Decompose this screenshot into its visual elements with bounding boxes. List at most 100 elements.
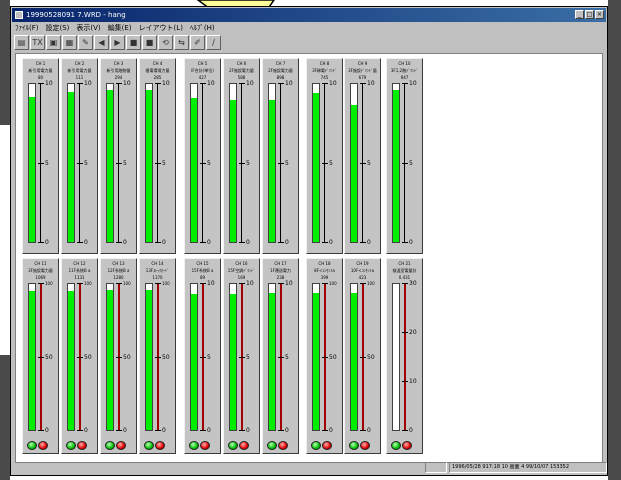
scale-label: 50 [123,354,131,361]
close-button[interactable]: × [595,10,604,19]
meter-name: 13Fｽﾄｯｸｶｰﾄﾞ [145,268,170,273]
status-led-alarm[interactable] [155,441,165,450]
status-led-alarm[interactable] [360,441,370,450]
scale-tick [239,163,245,164]
scale-tick [38,163,44,164]
loop-icon[interactable]: ⟲ [158,35,173,50]
swap-icon[interactable]: ⇆ [174,35,189,50]
right-arrow-icon[interactable]: ▶ [110,35,125,50]
meter-panel[interactable]: CH 16 15F空調ﾃﾞﾏﾝﾄﾞ 169 10 5 0 [223,258,260,454]
status-led-ok[interactable] [105,441,115,450]
status-led-ok[interactable] [228,441,238,450]
scale-label: 50 [367,354,375,361]
meter-panel[interactable]: CH 5 IF合計(単位) 427 10 5 0 [184,58,221,254]
meter-panel[interactable]: CH 4 植電環境力量 285 10 5 0 [139,58,176,254]
open-icon[interactable]: ▤ [14,35,29,50]
title-bar[interactable]: 19990528091 7.WRD - hang _ □ × [12,8,606,22]
level-bar [190,283,198,431]
meter-panel[interactable]: CH 18 8F<ｺﾝｾﾝﾄa 399 100 50 0 [306,258,343,454]
main-window: 19990528091 7.WRD - hang _ □ × ﾌｧｲﾙ(F) 設… [10,6,608,476]
status-led-alarm[interactable] [116,441,126,450]
scale-tick [200,242,206,243]
meter-panel[interactable]: CH 13 12F系統B a 1280 100 50 0 [100,258,137,454]
pause-icon[interactable]: ■ [126,35,141,50]
scale-tick [239,430,245,431]
menu-view[interactable]: 表示(V) [76,23,100,34]
status-led-ok[interactable] [27,441,37,450]
status-led-ok[interactable] [349,441,359,450]
scale-tick [200,163,206,164]
scale-tick [278,242,284,243]
level-bar [28,283,36,431]
scale-tick [77,430,83,431]
scale-label: 10 [123,80,131,87]
menu-settings[interactable]: 設定(S) [46,23,70,34]
meter-panel[interactable]: CH 6 2F施設電力量 588 10 5 0 [223,58,260,254]
status-led-alarm[interactable] [278,441,288,450]
channel-label: CH 7 [275,61,286,66]
edit-icon[interactable]: ✐ [190,35,205,50]
scale-tick [116,163,122,164]
print-icon[interactable]: ▣ [46,35,61,50]
scale-tick [278,163,284,164]
meter-panel[interactable]: CH 17 1F運送電力 238 10 5 0 [262,258,299,454]
menu-help[interactable]: ﾍﾙﾌﾟ(H) [190,23,215,34]
scale-tick [38,283,44,284]
meter-panel[interactable]: CH 7 2F施設電力量 898 10 5 0 [262,58,299,254]
meter-panel[interactable]: CH 11 3F施設電力量 1069 100 50 0 [22,258,59,454]
status-led-ok[interactable] [144,441,154,450]
minimize-button[interactable]: _ [575,10,584,19]
level-fill [351,104,357,242]
status-led-alarm[interactable] [402,441,412,450]
scale-tick [278,430,284,431]
scale-label: 10 [45,80,53,87]
menu-edit[interactable]: 編集(E) [108,23,132,34]
meter-panel[interactable]: CH 9 3F施設ﾃﾞﾏﾝﾄﾞ量 679 10 5 0 [344,58,381,254]
meter-panel[interactable]: CH 12 11F系統B a 1131 100 50 0 [61,258,98,454]
meter-panel[interactable]: CH 19 10F<ｺﾝｾﾝﾄa 423 100 50 0 [344,258,381,454]
status-led-alarm[interactable] [239,441,249,450]
status-led-ok[interactable] [267,441,277,450]
status-led-ok[interactable] [311,441,321,450]
scale-label: 5 [162,160,166,167]
plot-icon[interactable]: ∕ [206,35,221,50]
meter-panel[interactable]: CH 14 13Fｽﾄｯｸｶｰﾄﾞ 1370 100 50 0 [139,258,176,454]
status-led-ok[interactable] [391,441,401,450]
maximize-button[interactable]: □ [585,10,594,19]
pen-icon[interactable]: ✎ [78,35,93,50]
scale-label: 5 [246,160,250,167]
status-led-alarm[interactable] [77,441,87,450]
meter-name: 新引用電力量 [67,68,92,73]
status-led-alarm[interactable] [200,441,210,450]
status-leds [228,441,249,450]
scale-tick [402,163,408,164]
scale-label: 10 [285,280,293,287]
level-fill [68,91,74,242]
status-led-alarm[interactable] [38,441,48,450]
menu-file[interactable]: ﾌｧｲﾙ(F) [15,23,39,34]
channel-label: CH 11 [34,261,47,266]
scale-label: 0 [162,427,166,434]
menu-layout[interactable]: レイアウト(L) [139,23,183,34]
meter-panel[interactable]: CH 3 新引用融物量 294 10 5 0 [100,58,137,254]
text-icon[interactable]: TX [30,35,45,50]
meter-panel[interactable]: CH 15 15F系統B a 89 10 5 0 [184,258,221,454]
scale-tick [38,357,44,358]
status-led-ok[interactable] [66,441,76,450]
chart-icon[interactable]: ▦ [62,35,77,50]
status-led-ok[interactable] [189,441,199,450]
meter-panel[interactable]: CH 1 新引用電力量 80 10 5 0 [22,58,59,254]
status-led-alarm[interactable] [322,441,332,450]
meter-panel[interactable]: CH 8 3F稼電ﾃﾞﾏﾝﾄﾞ 745 10 5 0 [306,58,343,254]
scale-label: 10 [329,80,337,87]
left-arrow-icon[interactable]: ◀ [94,35,109,50]
meter-panel[interactable]: CH 2 新引用電力量 111 10 5 0 [61,58,98,254]
scale-tick [239,83,245,84]
scale-label: 0 [84,427,88,434]
scale-label: 0 [367,427,371,434]
app-icon[interactable] [15,11,23,19]
scale-label: 100 [367,281,375,286]
meter-panel[interactable]: CH 10 3F1,2階ﾃﾞﾏﾝﾄﾞ 947 10 5 0 [386,58,423,254]
meter-panel[interactable]: CH 21 検温室電量計 0.431 30 20 10 0 [386,258,423,454]
stop-icon[interactable]: ■ [142,35,157,50]
